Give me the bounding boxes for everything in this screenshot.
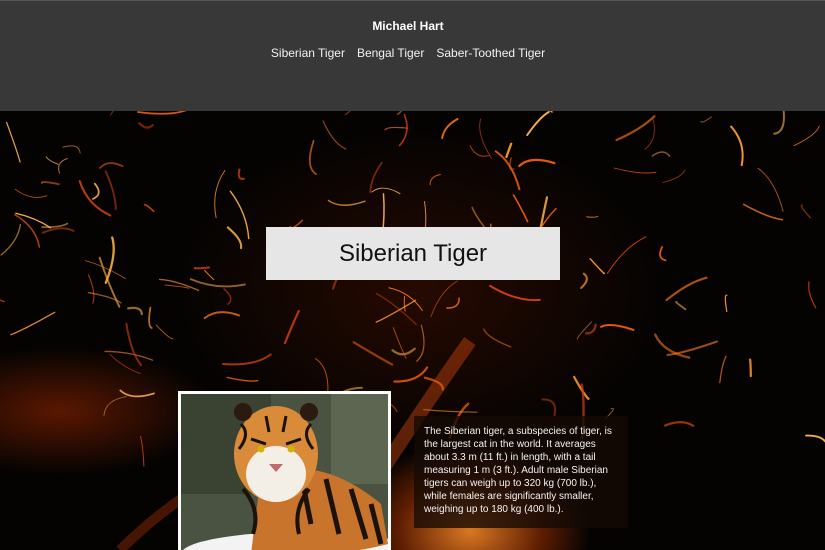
main-nav: Siberian Tiger Bengal Tiger Saber-Toothe… bbox=[0, 46, 816, 60]
hero-section: Siberian Tiger The Siberian tiger, a sub… bbox=[0, 111, 825, 550]
nav-link-saber-toothed-tiger[interactable]: Saber-Toothed Tiger bbox=[436, 46, 545, 60]
site-header: Michael Hart Siberian Tiger Bengal Tiger… bbox=[0, 0, 825, 111]
page-title-box: Siberian Tiger bbox=[266, 227, 560, 280]
nav-link-siberian-tiger[interactable]: Siberian Tiger bbox=[271, 46, 345, 60]
site-brand[interactable]: Michael Hart bbox=[0, 19, 816, 33]
nav-link-bengal-tiger[interactable]: Bengal Tiger bbox=[357, 46, 424, 60]
tiger-photo bbox=[178, 391, 391, 550]
sparks-background bbox=[0, 111, 825, 550]
tiger-description: The Siberian tiger, a subspecies of tige… bbox=[414, 416, 628, 528]
page-title: Siberian Tiger bbox=[338, 239, 488, 267]
